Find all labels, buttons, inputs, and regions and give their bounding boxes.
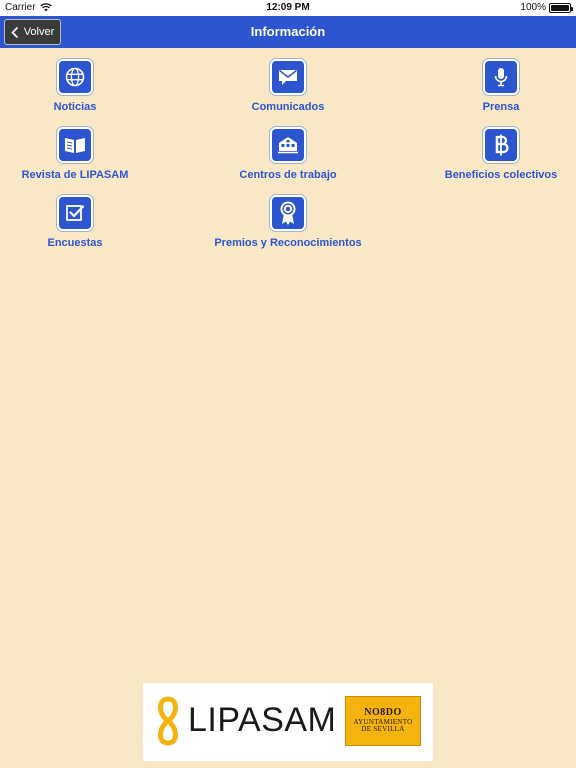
- menu-item-icon-box: [483, 127, 519, 163]
- menu-item-icon-box: [57, 127, 93, 163]
- page-title: Información: [250, 24, 326, 39]
- menu-item-label: Comunicados: [251, 101, 325, 113]
- navigation-bar: Volver Información: [0, 16, 576, 48]
- open-book-icon: [65, 138, 85, 153]
- menu-item-encuestas[interactable]: Encuestas: [0, 195, 170, 249]
- menu-item-premios[interactable]: Premios y Reconocimientos: [193, 195, 383, 249]
- menu-item-noticias[interactable]: Noticias: [0, 59, 170, 113]
- footer-logo-banner: LIPASAM NO8DO AYUNTAMIENTO DE SEVILLA: [143, 683, 433, 761]
- menu-item-label: Beneficios colectivos: [444, 169, 558, 181]
- lipasam-infinity-logo-icon: [158, 696, 178, 746]
- menu-item-label: Noticias: [53, 101, 97, 113]
- battery-percent: 100%: [520, 2, 546, 13]
- battery-group: 100%: [520, 2, 573, 13]
- menu-item-label: Encuestas: [47, 237, 103, 249]
- menu-item-beneficios[interactable]: Beneficios colectivos: [406, 127, 576, 181]
- menu-item-revista[interactable]: Revista de LIPASAM: [0, 127, 170, 181]
- checkbox-icon: [66, 205, 85, 221]
- menu-item-icon-box: [57, 59, 93, 95]
- menu-item-label: Centros de trabajo: [239, 169, 337, 181]
- menu-item-icon-box: [483, 59, 519, 95]
- menu-item-label: Premios y Reconocimientos: [214, 237, 362, 249]
- menu-item-prensa[interactable]: Prensa: [406, 59, 576, 113]
- globe-icon: [65, 67, 85, 87]
- buildings-icon: [278, 137, 298, 154]
- menu-item-comunicados[interactable]: Comunicados: [193, 59, 383, 113]
- battery-icon: [549, 2, 573, 13]
- status-bar: Carrier 12:09 PM 100%: [0, 0, 576, 16]
- baht-icon: [495, 134, 509, 156]
- lipasam-wordmark: LIPASAM: [188, 701, 337, 739]
- sevilla-line: DE SEVILLA: [361, 725, 405, 734]
- award-ribbon-icon: [280, 201, 296, 225]
- microphone-icon: [494, 68, 508, 87]
- menu-item-icon-box: [270, 195, 306, 231]
- menu-item-icon-box: [270, 127, 306, 163]
- menu-item-label: Prensa: [482, 101, 520, 113]
- menu-item-icon-box: [270, 59, 306, 95]
- clock: 12:09 PM: [266, 2, 310, 13]
- ayuntamiento-sevilla-logo: NO8DO AYUNTAMIENTO DE SEVILLA: [345, 696, 421, 746]
- menu-item-centros[interactable]: Centros de trabajo: [193, 127, 383, 181]
- envelope-icon: [279, 69, 297, 85]
- menu-item-label: Revista de LIPASAM: [21, 169, 129, 181]
- menu-item-icon-box: [57, 195, 93, 231]
